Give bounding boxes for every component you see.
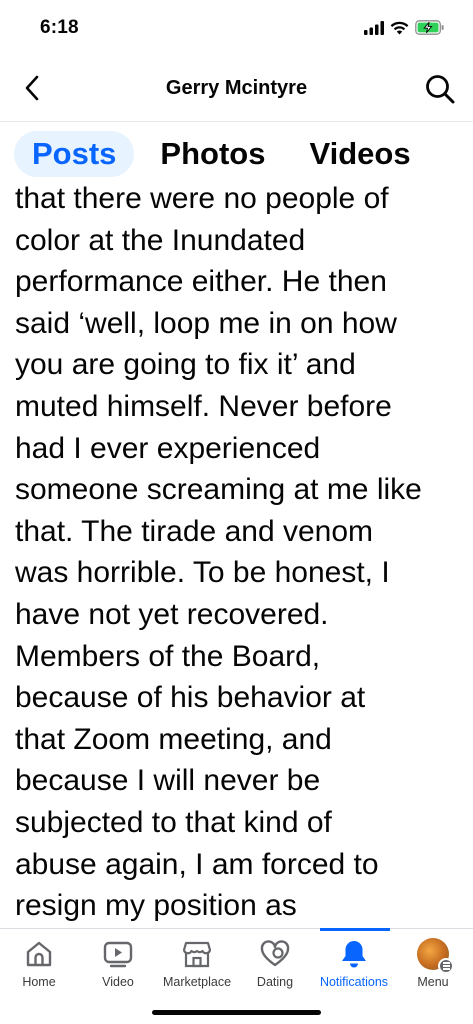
post-line: Members of the Board, (15, 639, 321, 673)
post-body: that there were no people of color at th… (15, 178, 465, 926)
menu-icon (438, 958, 454, 974)
nav-marketplace-label: Marketplace (162, 975, 232, 989)
nav-home[interactable]: Home (0, 937, 79, 989)
post-line: have not yet recovered. (15, 597, 329, 631)
nav-video[interactable]: Video (78, 937, 158, 989)
home-icon (22, 937, 56, 971)
bell-icon (337, 937, 371, 971)
video-icon (101, 937, 135, 971)
post-line: color at the Inundated (15, 223, 306, 257)
post-line: subjected to that kind of (15, 805, 332, 839)
post-line: you are going to fix it’ and (15, 348, 356, 382)
battery-charging-icon (415, 20, 444, 35)
post-line: because of his behavior at (15, 681, 366, 715)
nav-dating-label: Dating (256, 975, 294, 989)
signal-icon (364, 20, 384, 35)
profile-header: Gerry Mcintyre (0, 60, 473, 118)
nav-notifications[interactable]: Notifications (314, 937, 394, 989)
nav-menu-label: Menu (417, 975, 449, 989)
search-button[interactable] (421, 70, 459, 108)
post-line: that there were no people of (15, 182, 389, 215)
nav-dating[interactable]: Dating (235, 937, 315, 989)
post-line: was horrible. To be honest, I (15, 556, 390, 590)
post-line: said ‘well, loop me in on how (15, 306, 397, 340)
status-time: 6:18 (40, 17, 79, 38)
nav-marketplace[interactable]: Marketplace (157, 937, 237, 989)
profile-tabs: Posts Photos Videos (14, 131, 429, 177)
avatar (417, 938, 454, 974)
post-line: muted himself. Never before (15, 389, 392, 423)
post-line: resign my position as (15, 889, 297, 923)
menu-avatar-wrap (416, 937, 454, 974)
status-bar: 6:18 (0, 0, 473, 56)
post-line: because I will never be (15, 764, 321, 798)
status-icons (364, 20, 445, 35)
home-indicator (152, 1010, 321, 1015)
post-line: that. The tirade and venom (15, 514, 374, 548)
nav-home-label: Home (22, 975, 56, 989)
post-line: someone screaming at me like (15, 473, 422, 507)
marketplace-icon (180, 937, 214, 971)
post-line: that Zoom meeting, and (15, 722, 332, 756)
post-line: abuse again, I am forced to (15, 847, 379, 881)
header-divider (0, 121, 473, 122)
wifi-icon (390, 21, 409, 34)
nav-video-label: Video (102, 975, 134, 989)
tab-photos[interactable]: Photos (142, 131, 283, 177)
tab-videos[interactable]: Videos (291, 131, 428, 177)
page-title: Gerry Mcintyre (165, 77, 308, 99)
nav-notifications-label: Notifications (319, 975, 389, 989)
post-line: performance either. He then (15, 265, 387, 299)
dating-icon (258, 937, 292, 971)
nav-menu[interactable]: Menu (393, 937, 473, 989)
search-icon (426, 75, 455, 104)
active-tab-indicator (320, 928, 390, 931)
tab-posts[interactable]: Posts (14, 131, 135, 177)
post-line: had I ever experienced (15, 431, 321, 465)
